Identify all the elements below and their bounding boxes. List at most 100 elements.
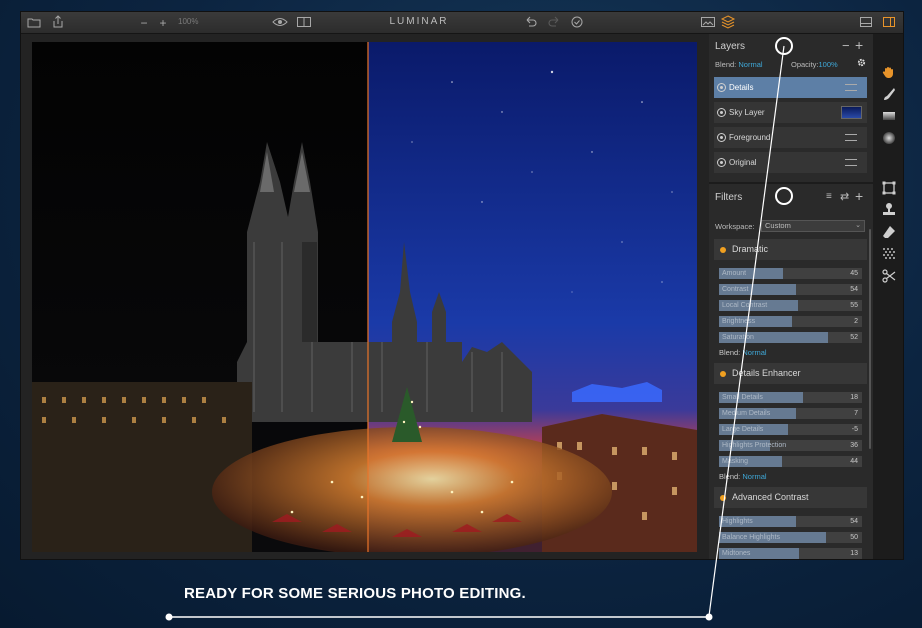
filter-enabled-dot-icon[interactable] xyxy=(720,247,726,253)
remove-layer-button[interactable]: − xyxy=(842,38,850,53)
filter-enabled-dot-icon[interactable] xyxy=(720,371,726,377)
image-icon[interactable] xyxy=(700,15,716,31)
slider-label: Local Contrast xyxy=(722,302,768,309)
filter-slider[interactable]: Saturation 52 xyxy=(719,332,862,343)
layer-row-sky[interactable]: Sky Layer xyxy=(714,102,867,123)
layer-row-original[interactable]: Original xyxy=(714,152,867,173)
visibility-eye-icon[interactable] xyxy=(717,133,726,142)
filter-group-name: Advanced Contrast xyxy=(732,492,809,502)
slider-value: 54 xyxy=(850,286,858,293)
layer-label: Sky Layer xyxy=(729,108,765,117)
slider-label: Large Details xyxy=(722,426,764,433)
layer-blend-value[interactable]: Normal xyxy=(738,60,762,69)
app-title: LUMINAR xyxy=(389,16,449,27)
zoom-out-button[interactable]: − xyxy=(139,15,149,31)
add-filter-button[interactable]: + xyxy=(855,188,863,204)
preview-eye-icon[interactable] xyxy=(272,15,288,31)
slider-label: Highlights Protection xyxy=(722,442,787,449)
filter-blend: Blend: Normal xyxy=(719,348,767,357)
gradient-mask-icon[interactable] xyxy=(881,108,897,124)
filters-title: Filters xyxy=(715,192,743,203)
filmstrip-icon[interactable] xyxy=(859,15,873,31)
filter-slider[interactable]: Balance Highlights 50 xyxy=(719,532,862,543)
radial-mask-icon[interactable] xyxy=(881,130,897,146)
top-toolbar: − + 100% LUMINAR xyxy=(21,12,903,34)
layer-settings-gear-icon[interactable] xyxy=(857,58,866,70)
zoom-level[interactable]: 100% xyxy=(178,17,198,26)
filter-slider[interactable]: Small Details 18 xyxy=(719,392,862,403)
slider-label: Brightness xyxy=(722,318,756,325)
clone-stamp-icon[interactable] xyxy=(881,202,897,218)
filter-slider[interactable]: Local Contrast 55 xyxy=(719,300,862,311)
slider-value: 54 xyxy=(850,518,858,525)
layer-row-foreground[interactable]: Foreground xyxy=(714,127,867,148)
layer-blend: Blend: Normal xyxy=(715,60,763,69)
filter-slider[interactable]: Highlights 54 xyxy=(719,516,862,527)
slider-value: 45 xyxy=(850,270,858,277)
panel-scrollbar[interactable] xyxy=(869,229,871,449)
workspace-select[interactable]: Custom ⌄ xyxy=(761,220,865,232)
eraser-icon[interactable] xyxy=(881,224,897,240)
visibility-eye-icon[interactable] xyxy=(717,108,726,117)
zoom-in-button[interactable]: + xyxy=(158,15,168,31)
filter-list-icon[interactable]: ≡ xyxy=(826,191,832,202)
layer-label: Original xyxy=(729,158,757,167)
layer-opacity: Opacity:100% xyxy=(791,60,838,69)
filter-slider[interactable]: Medium Details 7 xyxy=(719,408,862,419)
slider-label: Midtones xyxy=(722,550,751,557)
layers-icon[interactable] xyxy=(720,15,736,31)
slider-value: -5 xyxy=(851,426,858,433)
filter-enabled-dot-icon[interactable] xyxy=(720,495,726,501)
slider-value: 36 xyxy=(850,442,858,449)
share-icon[interactable] xyxy=(51,15,65,31)
refresh-icon[interactable]: ⇄ xyxy=(840,190,849,203)
side-panel-icon[interactable] xyxy=(882,15,896,31)
slider-label: Highlights xyxy=(722,518,753,525)
add-layer-button[interactable]: + xyxy=(855,37,863,53)
side-panel: Layers − + Blend: Normal Opacity:100% De… xyxy=(709,34,873,559)
filter-slider[interactable]: Midtones 13 xyxy=(719,548,862,559)
scissors-icon[interactable] xyxy=(881,268,897,284)
slider-label: Amount xyxy=(722,270,747,277)
callout-dot-left xyxy=(165,613,173,621)
callout-dot-right xyxy=(705,613,713,621)
split-view-icon[interactable] xyxy=(296,15,312,31)
undo-icon[interactable] xyxy=(524,15,538,31)
layer-opacity-value[interactable]: 100% xyxy=(819,60,838,69)
slider-value: 52 xyxy=(850,334,858,341)
filter-slider[interactable]: Large Details -5 xyxy=(719,424,862,435)
workspace-label: Workspace: xyxy=(715,222,755,231)
layer-label: Foreground xyxy=(729,133,771,142)
filter-blend-label: Blend: xyxy=(719,348,741,357)
filter-blend-value[interactable]: Normal xyxy=(742,348,766,357)
crop-icon[interactable] xyxy=(881,180,897,196)
filter-group-header[interactable]: Dramatic xyxy=(714,239,867,260)
hand-icon[interactable] xyxy=(881,64,897,80)
history-check-icon[interactable] xyxy=(570,15,584,31)
slider-label: Masking xyxy=(722,458,749,465)
filter-group-header[interactable]: Advanced Contrast xyxy=(714,487,867,508)
chevron-down-icon: ⌄ xyxy=(855,222,861,229)
photo-canvas[interactable] xyxy=(32,42,697,552)
layer-row-details[interactable]: Details xyxy=(714,77,867,98)
luminar-window: − + 100% LUMINAR Layers − + Blend: Norma… xyxy=(20,11,904,560)
slider-label: Saturation xyxy=(722,334,754,341)
visibility-eye-icon[interactable] xyxy=(717,83,726,92)
open-folder-icon[interactable] xyxy=(27,15,41,31)
visibility-eye-icon[interactable] xyxy=(717,158,726,167)
filter-blend-value[interactable]: Normal xyxy=(742,472,766,481)
brush-icon[interactable] xyxy=(881,86,897,102)
filter-slider[interactable]: Contrast 54 xyxy=(719,284,862,295)
filter-slider[interactable]: Masking 44 xyxy=(719,456,862,467)
layer-label: Details xyxy=(729,83,754,92)
filter-slider[interactable]: Amount 45 xyxy=(719,268,862,279)
noise-texture-icon[interactable] xyxy=(881,246,897,262)
filter-slider[interactable]: Highlights Protection 36 xyxy=(719,440,862,451)
filter-group-header[interactable]: Details Enhancer xyxy=(714,363,867,384)
filter-slider[interactable]: Brightness 2 xyxy=(719,316,862,327)
layer-thumbnail xyxy=(841,106,862,119)
redo-icon[interactable] xyxy=(547,15,561,31)
filter-blend: Blend: Normal xyxy=(719,472,767,481)
slider-value: 7 xyxy=(854,410,858,417)
slider-label: Small Details xyxy=(722,394,763,401)
